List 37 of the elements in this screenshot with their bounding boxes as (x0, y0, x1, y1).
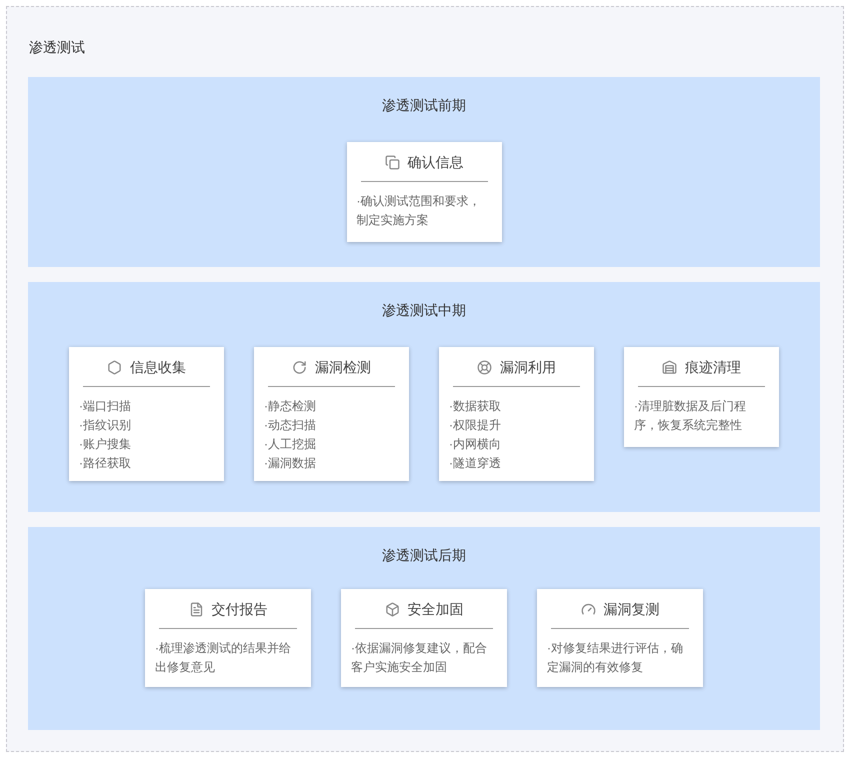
card-title: 漏洞利用 (500, 358, 556, 377)
copy-icon (384, 155, 400, 170)
card-description: ·确认测试范围和要求，制定实施方案 (356, 193, 482, 229)
circular-arrow-icon (292, 360, 307, 375)
list-item: ·路径获取 (79, 455, 132, 472)
card-description: ·清理脏数据及后门程序，恢复系统完整性 (634, 398, 747, 434)
list-item: ·漏洞数据 (264, 455, 317, 472)
list-item: ·指纹识别 (79, 417, 132, 434)
list-item: ·静态检测 (264, 398, 317, 415)
card-title: 交付报告 (212, 600, 268, 619)
card-title: 漏洞复测 (604, 600, 660, 619)
card-title: 信息收集 (130, 358, 186, 377)
cube-icon (384, 602, 400, 617)
hexagon-icon (107, 360, 122, 375)
card-description: ·梳理渗透测试的结果并给出修复意见 (155, 640, 292, 676)
card-title: 漏洞检测 (315, 358, 371, 377)
card-description: ·对修复结果进行评估，确定漏洞的有效修复 (547, 640, 684, 676)
list-item: ·端口扫描 (79, 398, 132, 415)
phase-title: 渗透测试后期 (381, 546, 467, 565)
list-item: ·隧道穿透 (449, 455, 502, 472)
list-item: ·账户搜集 (79, 436, 132, 453)
list-item: ·内网横向 (449, 436, 502, 453)
list-item: ·数据获取 (449, 398, 502, 415)
phase-title: 渗透测试前期 (381, 96, 467, 115)
list-item: ·权限提升 (449, 417, 502, 434)
diagram-title: 渗透测试 (29, 38, 86, 57)
building-icon (662, 360, 677, 375)
card-description: ·依据漏洞修复建议，配合客户实施安全加固 (351, 640, 488, 676)
card-title: 确认信息 (408, 153, 464, 172)
card-title: 痕迹清理 (685, 358, 741, 377)
document-icon (188, 602, 204, 617)
gauge-icon (580, 602, 596, 617)
lifebuoy-icon (477, 360, 492, 375)
list-item: ·动态扫描 (264, 417, 317, 434)
card-title: 安全加固 (408, 600, 464, 619)
list-item: ·人工挖掘 (264, 436, 317, 453)
phase-title: 渗透测试中期 (381, 301, 467, 320)
